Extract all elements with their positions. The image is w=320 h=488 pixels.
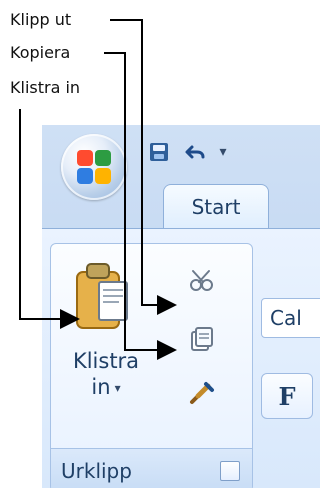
office-logo-quadrant-green xyxy=(95,150,111,166)
tab-start[interactable]: Start xyxy=(163,184,269,229)
qat-dropdown-icon[interactable]: ▾ xyxy=(218,144,228,160)
copy-button[interactable] xyxy=(184,322,218,356)
cut-button[interactable] xyxy=(184,262,218,296)
paste-button[interactable]: Klistra in ▾ xyxy=(63,258,149,410)
paste-label: Klistra xyxy=(72,349,140,373)
save-icon xyxy=(150,143,168,161)
office-logo-quadrant-yellow xyxy=(95,168,111,184)
format-painter-icon xyxy=(190,382,214,404)
ribbon-panel: Klistra in ▾ Urklipp Cal F xyxy=(42,228,320,488)
font-group-partial: Cal F xyxy=(261,243,320,443)
ribbon-ui-crop: ▾ Start Klistra in ▾ Urklipp Cal F xyxy=(42,125,320,488)
scissors-icon xyxy=(190,270,213,291)
office-button[interactable] xyxy=(61,134,127,200)
callout-label-cut: Klipp ut xyxy=(10,10,72,29)
quick-access-toolbar: ▾ xyxy=(146,137,228,167)
undo-icon xyxy=(185,145,205,159)
clipboard-group: Klistra in ▾ Urklipp xyxy=(50,243,253,488)
format-painter-button[interactable] xyxy=(184,376,218,410)
paste-dropdown-icon[interactable]: ▾ xyxy=(115,381,121,395)
office-logo-quadrant-red xyxy=(77,150,93,166)
clipboard-group-label-bar: Urklipp xyxy=(51,448,252,488)
callout-label-copy: Kopiera xyxy=(10,43,71,62)
office-logo-quadrant-blue xyxy=(77,168,93,184)
clipboard-group-label: Urklipp xyxy=(61,459,132,483)
paste-sub-label: in ▾ xyxy=(63,374,149,401)
save-button[interactable] xyxy=(146,139,172,165)
paste-sub-text: in xyxy=(91,375,111,399)
undo-button[interactable] xyxy=(182,139,208,165)
bold-button[interactable]: F xyxy=(261,373,313,419)
copy-icon xyxy=(191,327,213,351)
clipboard-icon xyxy=(76,263,128,329)
callout-label-paste: Klistra in xyxy=(10,78,81,97)
dialog-launcher-icon[interactable] xyxy=(220,461,240,481)
font-name-dropdown[interactable]: Cal xyxy=(261,298,320,338)
office-logo xyxy=(77,150,111,184)
